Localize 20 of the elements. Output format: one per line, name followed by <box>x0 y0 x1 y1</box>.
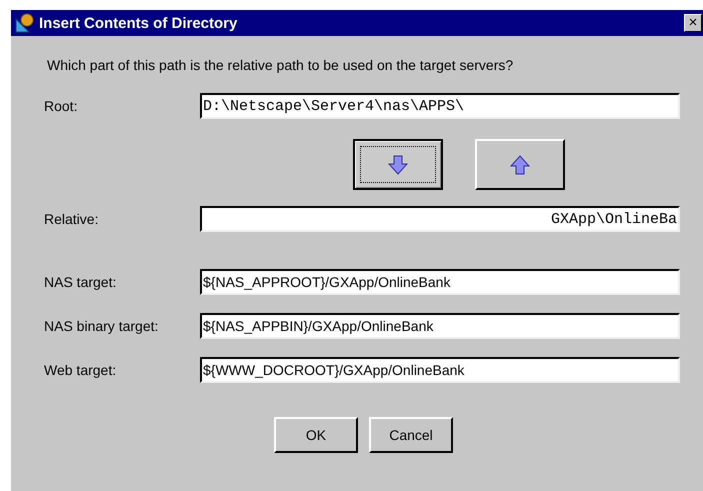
prompt-text: Which part of this path is the relative path to be used on the target servers? <box>47 56 514 75</box>
field-label: Root: <box>44 98 78 114</box>
relative-field[interactable]: GXApp\OnlineBa <box>200 206 680 232</box>
move-down-button[interactable] <box>353 139 443 190</box>
field-label: Web target: <box>44 362 118 378</box>
up-arrow-icon <box>510 154 530 176</box>
app-icon <box>15 13 35 33</box>
down-arrow-icon <box>388 154 408 176</box>
move-up-button[interactable] <box>475 139 565 190</box>
close-button[interactable]: × <box>684 14 702 32</box>
field-label: Relative: <box>44 211 100 227</box>
ok-button[interactable]: OK <box>274 417 358 453</box>
field-label: NAS target: <box>44 274 118 290</box>
window-title: Insert Contents of Directory <box>39 14 238 32</box>
field-label: NAS binary target: <box>44 318 160 334</box>
cancel-button[interactable]: Cancel <box>369 417 453 453</box>
target-field[interactable]: ${WWW_DOCROOT}/GXApp/OnlineBank <box>200 357 680 383</box>
target-field[interactable]: ${NAS_APPROOT}/GXApp/OnlineBank <box>200 269 680 295</box>
root-field[interactable]: D:\Netscape\Server4\nas\APPS\ <box>200 93 680 119</box>
target-field[interactable]: ${NAS_APPBIN}/GXApp/OnlineBank <box>200 313 680 339</box>
